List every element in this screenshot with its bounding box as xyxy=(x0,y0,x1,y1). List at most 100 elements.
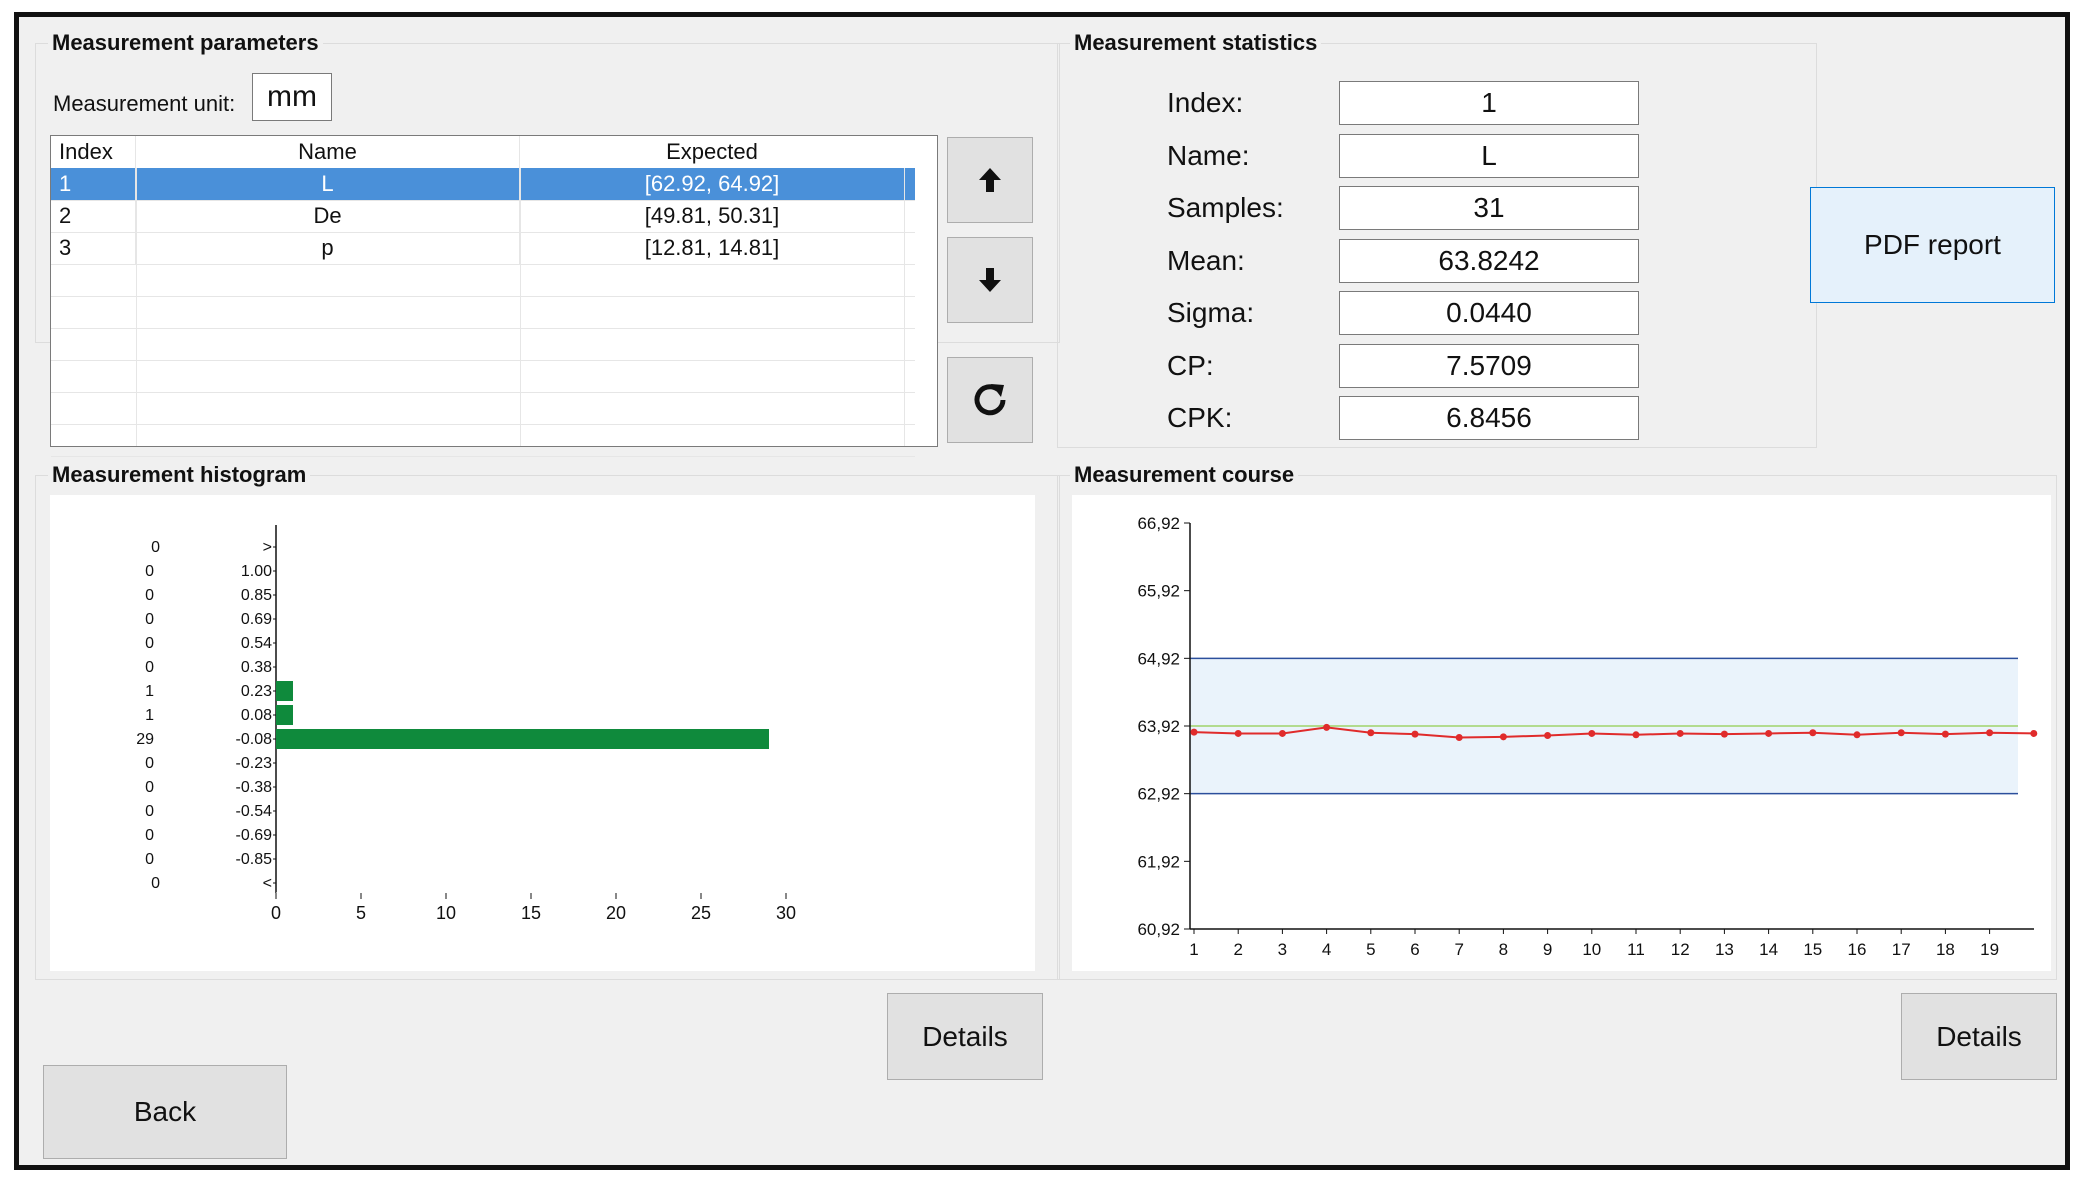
table-vertical-divider-2 xyxy=(520,168,521,446)
cell-name: p xyxy=(136,232,520,264)
histogram-count-label: 0 xyxy=(145,827,154,844)
stat-label: Name: xyxy=(1167,139,1250,171)
move-down-button[interactable] xyxy=(947,237,1033,323)
table-row[interactable]: 1 L [62.92, 64.92] xyxy=(51,168,915,201)
measurement-histogram-title: Measurement histogram xyxy=(48,462,311,488)
histogram-count-label: 1 xyxy=(145,707,154,724)
stat-label: Sigma: xyxy=(1167,297,1255,328)
histogram-bin-label: -0.38 xyxy=(236,779,273,796)
parameters-table[interactable]: Index Name Expected 1 L [62.92, 64.92] 2 De [… xyxy=(50,135,938,457)
course-data-point xyxy=(1499,733,1507,741)
course-plot-area: 66,92 65,92 64,92 63,92 62,92 61,92 60,92 1 2 3 4 5… xyxy=(1072,495,2051,971)
histogram-count-label: 29 xyxy=(136,731,154,748)
back-button[interactable]: Back xyxy=(43,1065,287,1159)
cell-index: 2 xyxy=(51,200,136,232)
histogram-bar xyxy=(276,681,293,701)
histogram-bin-label: -0.85 xyxy=(236,851,273,868)
histogram-bin-label: 0.38 xyxy=(241,659,272,676)
histogram-count-label: 0 xyxy=(145,851,154,868)
course-data-point xyxy=(1278,729,1286,737)
table-vertical-divider-1 xyxy=(136,168,137,446)
histogram-count-label: 0 xyxy=(145,803,154,820)
arrow-up-icon xyxy=(979,168,1001,192)
measurement-course-title: Measurement course xyxy=(1070,462,1299,488)
histogram-x-tick-label: 25 xyxy=(691,903,711,923)
column-header-expected[interactable]: Expected xyxy=(520,136,904,168)
course-y-tick-label: 60,92 xyxy=(1137,920,1180,939)
course-data-point xyxy=(1544,731,1552,739)
measurement-unit-value[interactable]: mm xyxy=(252,73,332,121)
histogram-bin-label: -0.08 xyxy=(236,731,273,748)
stat-label: Index: xyxy=(1167,87,1244,118)
course-data-point xyxy=(1632,731,1640,739)
histogram-x-tick-label: 0 xyxy=(271,903,281,923)
column-header-name[interactable]: Name xyxy=(136,136,520,168)
course-data-point xyxy=(1897,729,1905,737)
histogram-bar xyxy=(276,705,293,725)
stat-value: 63.8242 xyxy=(1339,238,1639,283)
cell-index: 1 xyxy=(51,168,136,200)
course-details-button[interactable]: Details xyxy=(1901,993,2057,1080)
histogram-bin-label: 0.23 xyxy=(241,683,272,700)
histogram-bin-label: > xyxy=(263,539,272,556)
course-data-point xyxy=(1455,734,1463,742)
course-data-point xyxy=(1941,730,1949,738)
histogram-plot-area: 0 >0 1.00 0 0.85 0 0.69 0 0.54 0 0.38 1 0.23 1 0.08 29 -… xyxy=(50,495,1035,971)
course-x-tick-label: 9 xyxy=(1543,940,1552,959)
table-row-empty xyxy=(51,424,915,457)
table-row[interactable]: 3 p [12.81, 14.81] xyxy=(51,232,915,265)
pdf-report-button[interactable]: PDF report xyxy=(1810,187,2055,303)
course-x-tick-label: 11 xyxy=(1627,940,1645,959)
histogram-bar xyxy=(276,729,769,749)
course-x-tick-label: 6 xyxy=(1410,940,1419,959)
course-data-point xyxy=(1588,729,1596,737)
table-vertical-divider-3 xyxy=(904,168,905,446)
course-x-tick-label: 14 xyxy=(1759,940,1778,959)
course-x-tick-label: 3 xyxy=(1278,940,1287,959)
histogram-chart: 0 >0 1.00 0 0.85 0 0.69 0 0.54 0 0.38 1 0.23 1 0.08 29 -… xyxy=(136,525,796,923)
stat-value: 6.8456 xyxy=(1339,396,1639,440)
stat-value: L xyxy=(1339,133,1639,178)
table-header: Index Name Expected xyxy=(51,136,915,169)
histogram-count-label: 0 xyxy=(145,587,154,604)
measurement-parameters-title: Measurement parameters xyxy=(48,30,323,56)
histogram-bin-label: 0.85 xyxy=(241,587,272,604)
course-x-tick-label: 4 xyxy=(1322,940,1331,959)
histogram-x-tick-label: 10 xyxy=(436,903,456,923)
course-data-point xyxy=(1676,729,1684,737)
move-up-button[interactable] xyxy=(947,137,1033,223)
course-x-tick-label: 13 xyxy=(1715,940,1734,959)
course-y-tick-label: 64,92 xyxy=(1137,649,1180,668)
histogram-x-tick-label: 20 xyxy=(606,903,626,923)
main-window: Measurement parameters Measurement unit:… xyxy=(14,12,2070,1170)
cell-name: L xyxy=(136,168,520,200)
stat-label: Mean: xyxy=(1167,244,1245,276)
cell-index: 3 xyxy=(51,232,136,264)
course-data-point xyxy=(1190,728,1198,736)
course-x-tick-label: 18 xyxy=(1936,940,1955,959)
course-data-point xyxy=(1234,729,1242,737)
stat-value: 31 xyxy=(1339,186,1639,230)
course-x-tick-label: 5 xyxy=(1366,940,1375,959)
course-x-tick-label: 17 xyxy=(1892,940,1911,959)
course-x-tick-label: 8 xyxy=(1499,940,1508,959)
histogram-x-tick-label: 30 xyxy=(776,903,796,923)
column-header-index[interactable]: Index xyxy=(51,136,136,168)
table-row[interactable]: 2 De [49.81, 50.31] xyxy=(51,200,915,233)
histogram-count-label: 0 xyxy=(145,611,154,628)
cell-expected: [12.81, 14.81] xyxy=(644,235,780,260)
course-data-point xyxy=(1986,729,1994,737)
course-chart: 66,9265,9264,9263,9262,9261,9260,921 2 3 4 5… xyxy=(1137,514,2038,959)
histogram-bin-label: 0.54 xyxy=(241,635,272,652)
histogram-details-button[interactable]: Details xyxy=(887,993,1043,1080)
measurement-statistics-title: Measurement statistics xyxy=(1070,30,1322,56)
histogram-count-label: 0 xyxy=(151,875,160,892)
histogram-x-tick-label: 5 xyxy=(356,903,366,923)
course-y-tick-label: 66,92 xyxy=(1137,514,1180,533)
course-x-tick-label: 16 xyxy=(1848,940,1867,959)
refresh-icon xyxy=(974,384,1006,416)
course-y-tick-label: 63,92 xyxy=(1137,717,1180,736)
refresh-button[interactable] xyxy=(947,357,1033,443)
course-x-tick-label: 1 xyxy=(1189,940,1198,959)
table-row-empty xyxy=(51,360,915,393)
